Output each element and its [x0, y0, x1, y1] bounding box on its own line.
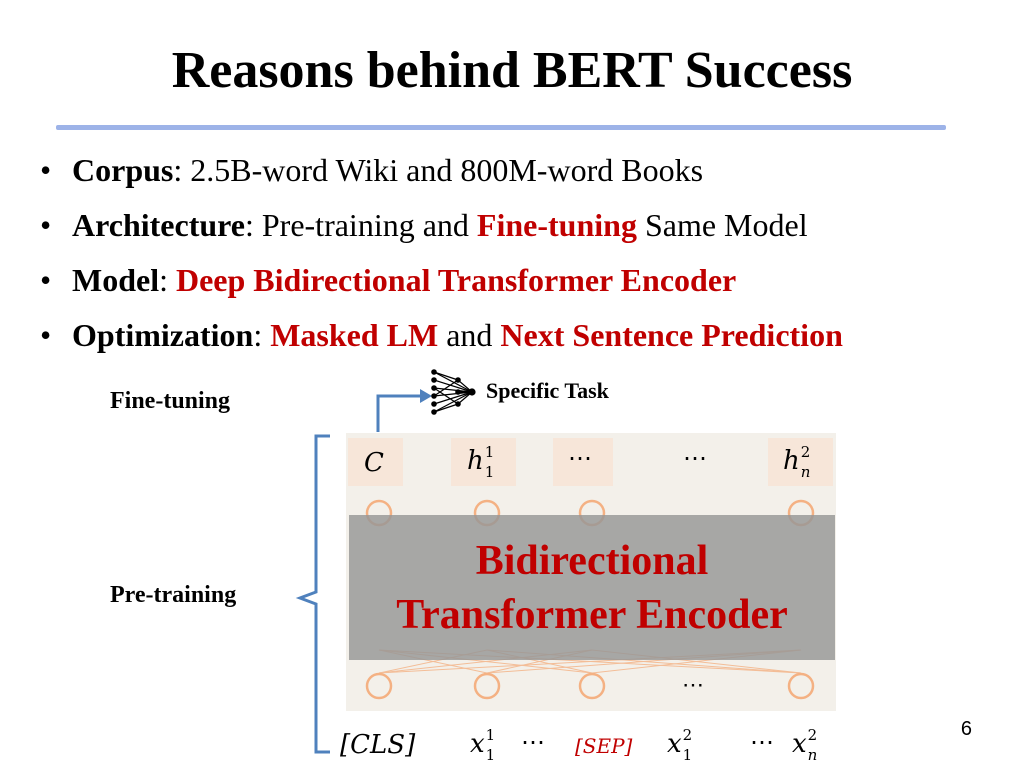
- input-token-xn: x2n: [792, 726, 818, 764]
- input-token-x1: x11: [470, 726, 496, 764]
- arrow-head: [420, 389, 432, 403]
- transformer-encoder-box: Bidirectional Transformer Encoder: [349, 515, 835, 660]
- output-token-hn: h2n: [783, 443, 811, 481]
- output-token-h1: h11: [467, 443, 495, 481]
- pre-training-bracket: [295, 434, 330, 754]
- encoder-title-line1: Bidirectional: [475, 537, 709, 584]
- page-number: 6: [960, 718, 972, 740]
- output-token-c: C: [364, 448, 384, 478]
- output-token-dots2: ⋯: [683, 446, 707, 472]
- encoder-title-line2: Transformer Encoder: [396, 591, 788, 638]
- output-token-dots: ⋯: [568, 446, 592, 472]
- input-ellipsis-1: ⋯: [521, 730, 545, 756]
- network-icon: [431, 369, 476, 415]
- input-token-sep: [SEP]: [575, 734, 633, 758]
- input-token-x2: x21: [667, 726, 693, 764]
- fine-tune-arrow: [376, 394, 420, 432]
- input-token-cls: [CLS]: [340, 730, 416, 760]
- input-ellipsis-2: ⋯: [750, 730, 774, 756]
- middle-ellipsis: ⋯: [682, 672, 704, 697]
